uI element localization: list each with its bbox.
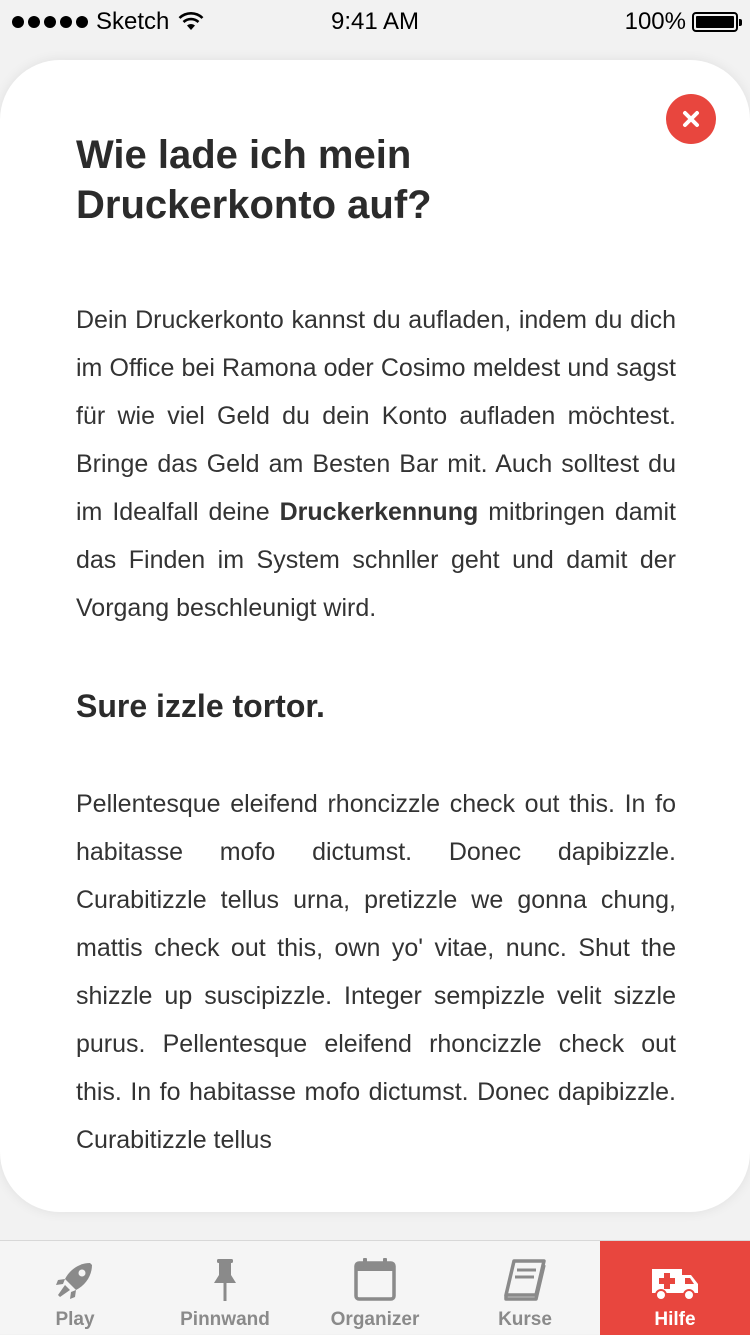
rocket-icon: [56, 1263, 92, 1299]
paragraph-1-bold-term: Druckerkennung: [279, 498, 479, 526]
battery-percent: 100%: [624, 8, 686, 35]
tab-kurse[interactable]: Kurse: [450, 1241, 600, 1335]
tab-organizer[interactable]: Organizer: [300, 1241, 450, 1335]
help-article-card: Wie lade ich mein Druckerkonto auf? Dein…: [0, 60, 750, 1212]
close-icon: [683, 111, 699, 127]
tab-kurse-label: Kurse: [498, 1309, 552, 1330]
tab-hilfe-label: Hilfe: [654, 1309, 696, 1330]
battery-group: 100%: [624, 8, 742, 36]
article-content: Wie lade ich mein Druckerkonto auf? Dein…: [76, 130, 676, 1164]
paragraph-1-text-a: Dein Druckerkonto kannst du aufladen, in…: [76, 306, 676, 526]
tab-pinnwand-label: Pinnwand: [180, 1309, 270, 1330]
article-paragraph-1: Dein Druckerkonto kannst du aufladen, in…: [76, 296, 676, 632]
tab-play[interactable]: Play: [0, 1241, 150, 1335]
tab-bar: Play Pinnwand Organizer Kurse Hilfe: [0, 1240, 750, 1335]
battery-icon: [692, 12, 742, 32]
article-paragraph-2: Pellentesque eleifend rhoncizzle check o…: [76, 790, 676, 1154]
ambulance-icon: [652, 1269, 698, 1301]
pin-icon: [214, 1259, 236, 1301]
article-title: Wie lade ich mein Druckerkonto auf?: [76, 133, 432, 227]
status-bar: Sketch 9:41 AM 100%: [0, 0, 750, 44]
calendar-icon: [354, 1258, 396, 1301]
tab-organizer-label: Organizer: [330, 1309, 420, 1330]
book-icon: [504, 1259, 546, 1301]
article-subtitle: Sure izzle tortor.: [76, 688, 325, 724]
tab-hilfe[interactable]: Hilfe: [600, 1241, 750, 1335]
tab-pinnwand[interactable]: Pinnwand: [150, 1241, 300, 1335]
tab-play-label: Play: [55, 1309, 95, 1330]
